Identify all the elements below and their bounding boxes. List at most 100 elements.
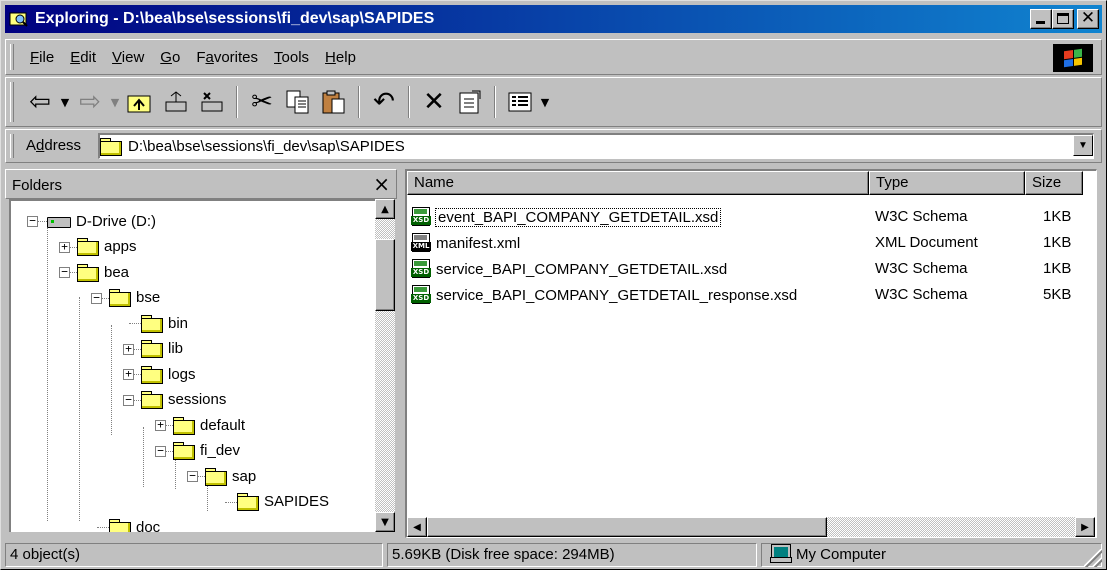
tree-item-label: bea <box>104 263 130 281</box>
file-name: manifest.xml <box>436 234 521 252</box>
toolbar: ⇦ ▼ ⇨ ▼ ✂ ↶ ✕ ▼ <box>5 77 1102 127</box>
expand-icon[interactable]: + <box>59 241 70 253</box>
views-icon[interactable] <box>502 85 538 119</box>
column-header-type[interactable]: Type <box>869 171 1025 195</box>
column-header-size[interactable]: Size <box>1025 171 1083 195</box>
hscroll-thumb[interactable] <box>427 517 827 537</box>
tree-item-fi-dev[interactable]: fi_dev <box>173 439 240 463</box>
close-button[interactable]: ✕ <box>1077 8 1099 29</box>
collapse-icon[interactable]: − <box>155 445 166 457</box>
tree-item-default[interactable]: default <box>173 413 245 437</box>
folders-pane-title: Folders <box>12 177 63 194</box>
folders-pane: Folders × − D-Drive (D:) + apps − bea − bse bin +… <box>5 169 397 538</box>
map-drive-icon[interactable] <box>158 85 194 119</box>
delete-icon[interactable]: ✕ <box>416 85 452 119</box>
file-row[interactable]: XML manifest.xml <box>411 231 520 255</box>
resize-grip[interactable] <box>1084 549 1102 567</box>
drive-icon <box>45 214 71 228</box>
paste-icon[interactable] <box>316 85 352 119</box>
file-list[interactable]: Name Type Size XSD event_BAPI_COMPANY_GETDE… <box>405 169 1097 538</box>
tree-item-doc[interactable]: doc <box>109 515 160 532</box>
tree-item-label: bin <box>168 314 189 332</box>
collapse-icon[interactable]: − <box>187 470 198 482</box>
back-icon[interactable]: ⇦ <box>22 85 58 119</box>
computer-icon <box>770 544 792 563</box>
scroll-down-button[interactable]: ▼ <box>375 512 395 532</box>
address-input[interactable]: D:\bea\bse\sessions\fi_dev\sap\SAPIDES ▼ <box>98 133 1094 159</box>
file-type: W3C Schema <box>875 208 968 225</box>
file-row[interactable]: XSD event_BAPI_COMPANY_GETDETAIL.xsd <box>411 205 722 229</box>
xsd-file-icon: XSD <box>411 285 433 305</box>
tree-item-label: sessions <box>168 391 227 408</box>
file-size: 5KB <box>1043 286 1072 303</box>
folder-icon <box>141 391 163 409</box>
cut-icon[interactable]: ✂ <box>244 85 280 119</box>
collapse-icon[interactable]: − <box>123 394 134 406</box>
menu-help[interactable]: Help <box>317 48 364 68</box>
minimize-button[interactable] <box>1030 9 1052 29</box>
expand-icon[interactable]: + <box>155 419 166 431</box>
file-name: service_BAPI_COMPANY_GETDETAIL_response.… <box>436 286 798 304</box>
copy-icon[interactable] <box>280 85 316 119</box>
explorer-window: Exploring - D:\bea\bse\sessions\fi_dev\s… <box>0 0 1107 570</box>
xsd-file-icon: XSD <box>411 259 433 279</box>
disconnect-drive-icon[interactable] <box>194 85 230 119</box>
tree-item-label: doc <box>136 518 161 533</box>
file-type: W3C Schema <box>875 286 968 303</box>
properties-icon[interactable] <box>452 85 488 119</box>
tree-item-sessions[interactable]: sessions <box>141 388 226 412</box>
title-bar[interactable]: Exploring - D:\bea\bse\sessions\fi_dev\s… <box>5 5 1102 33</box>
scroll-thumb[interactable] <box>375 239 395 311</box>
collapse-icon[interactable]: − <box>27 215 38 227</box>
close-icon[interactable]: × <box>373 172 390 196</box>
tree-item-lib[interactable]: lib <box>141 337 183 361</box>
menu-tools[interactable]: Tools <box>266 48 317 68</box>
scroll-right-button[interactable]: ▶ <box>1075 517 1095 537</box>
folder-icon <box>109 518 131 532</box>
up-folder-icon[interactable] <box>122 85 158 119</box>
menu-view[interactable]: View <box>104 48 152 68</box>
xml-file-icon: XML <box>411 233 433 253</box>
scroll-up-button[interactable]: ▲ <box>375 199 395 219</box>
tree-item-bin[interactable]: bin <box>141 311 188 335</box>
collapse-icon[interactable]: − <box>91 292 102 304</box>
folder-icon <box>173 416 195 435</box>
column-header-name[interactable]: Name <box>407 171 869 195</box>
back-dropdown-icon[interactable]: ▼ <box>58 96 72 109</box>
status-objects: 4 object(s) <box>5 543 383 567</box>
expand-icon[interactable]: + <box>123 343 134 355</box>
tree-item-bea[interactable]: bea <box>77 260 129 284</box>
forward-dropdown-icon[interactable]: ▼ <box>108 96 122 109</box>
address-label: Address <box>26 137 82 154</box>
menu-favorites[interactable]: Favorites <box>188 48 266 68</box>
status-bar: 4 object(s) 5.69KB (Disk free space: 294… <box>5 543 1102 567</box>
address-dropdown-button[interactable]: ▼ <box>1073 135 1093 156</box>
folder-tree[interactable]: − D-Drive (D:) + apps − bea − bse bin + lib + logs − s… <box>9 199 377 532</box>
scroll-left-button[interactable]: ◀ <box>407 517 427 537</box>
file-row[interactable]: XSD service_BAPI_COMPANY_GETDETAIL_respon… <box>411 283 797 307</box>
toolbar-grip[interactable] <box>10 82 14 122</box>
tree-item-sap[interactable]: sap <box>205 464 256 488</box>
file-row[interactable]: XSD service_BAPI_COMPANY_GETDETAIL.xsd <box>411 257 727 281</box>
maximize-button[interactable] <box>1052 9 1074 29</box>
chevron-down-icon: ▼ <box>1078 140 1088 151</box>
file-list-hscrollbar[interactable]: ◀ ▶ <box>407 517 1095 537</box>
tree-item-bse[interactable]: bse <box>109 286 160 310</box>
tree-item-logs[interactable]: logs <box>141 362 196 386</box>
views-dropdown-icon[interactable]: ▼ <box>538 96 552 109</box>
collapse-icon[interactable]: − <box>59 266 70 278</box>
undo-icon[interactable]: ↶ <box>366 85 402 119</box>
addressbar-grip[interactable] <box>10 134 14 158</box>
address-value: D:\bea\bse\sessions\fi_dev\sap\SAPIDES <box>128 138 405 155</box>
folder-icon <box>141 340 163 358</box>
menu-go[interactable]: Go <box>152 48 188 68</box>
menu-edit[interactable]: Edit <box>62 48 104 68</box>
forward-icon[interactable]: ⇨ <box>72 85 108 119</box>
tree-item-sapides[interactable]: SAPIDES <box>237 490 329 514</box>
menu-file[interactable]: File <box>24 48 62 68</box>
expand-icon[interactable]: + <box>123 368 134 380</box>
tree-item-d-drive-d[interactable]: D-Drive (D:) <box>45 209 156 233</box>
folder-tree-scrollbar[interactable]: ▲ ▼ <box>375 199 395 532</box>
tree-item-apps[interactable]: apps <box>77 235 137 259</box>
menubar-grip[interactable] <box>10 44 14 70</box>
